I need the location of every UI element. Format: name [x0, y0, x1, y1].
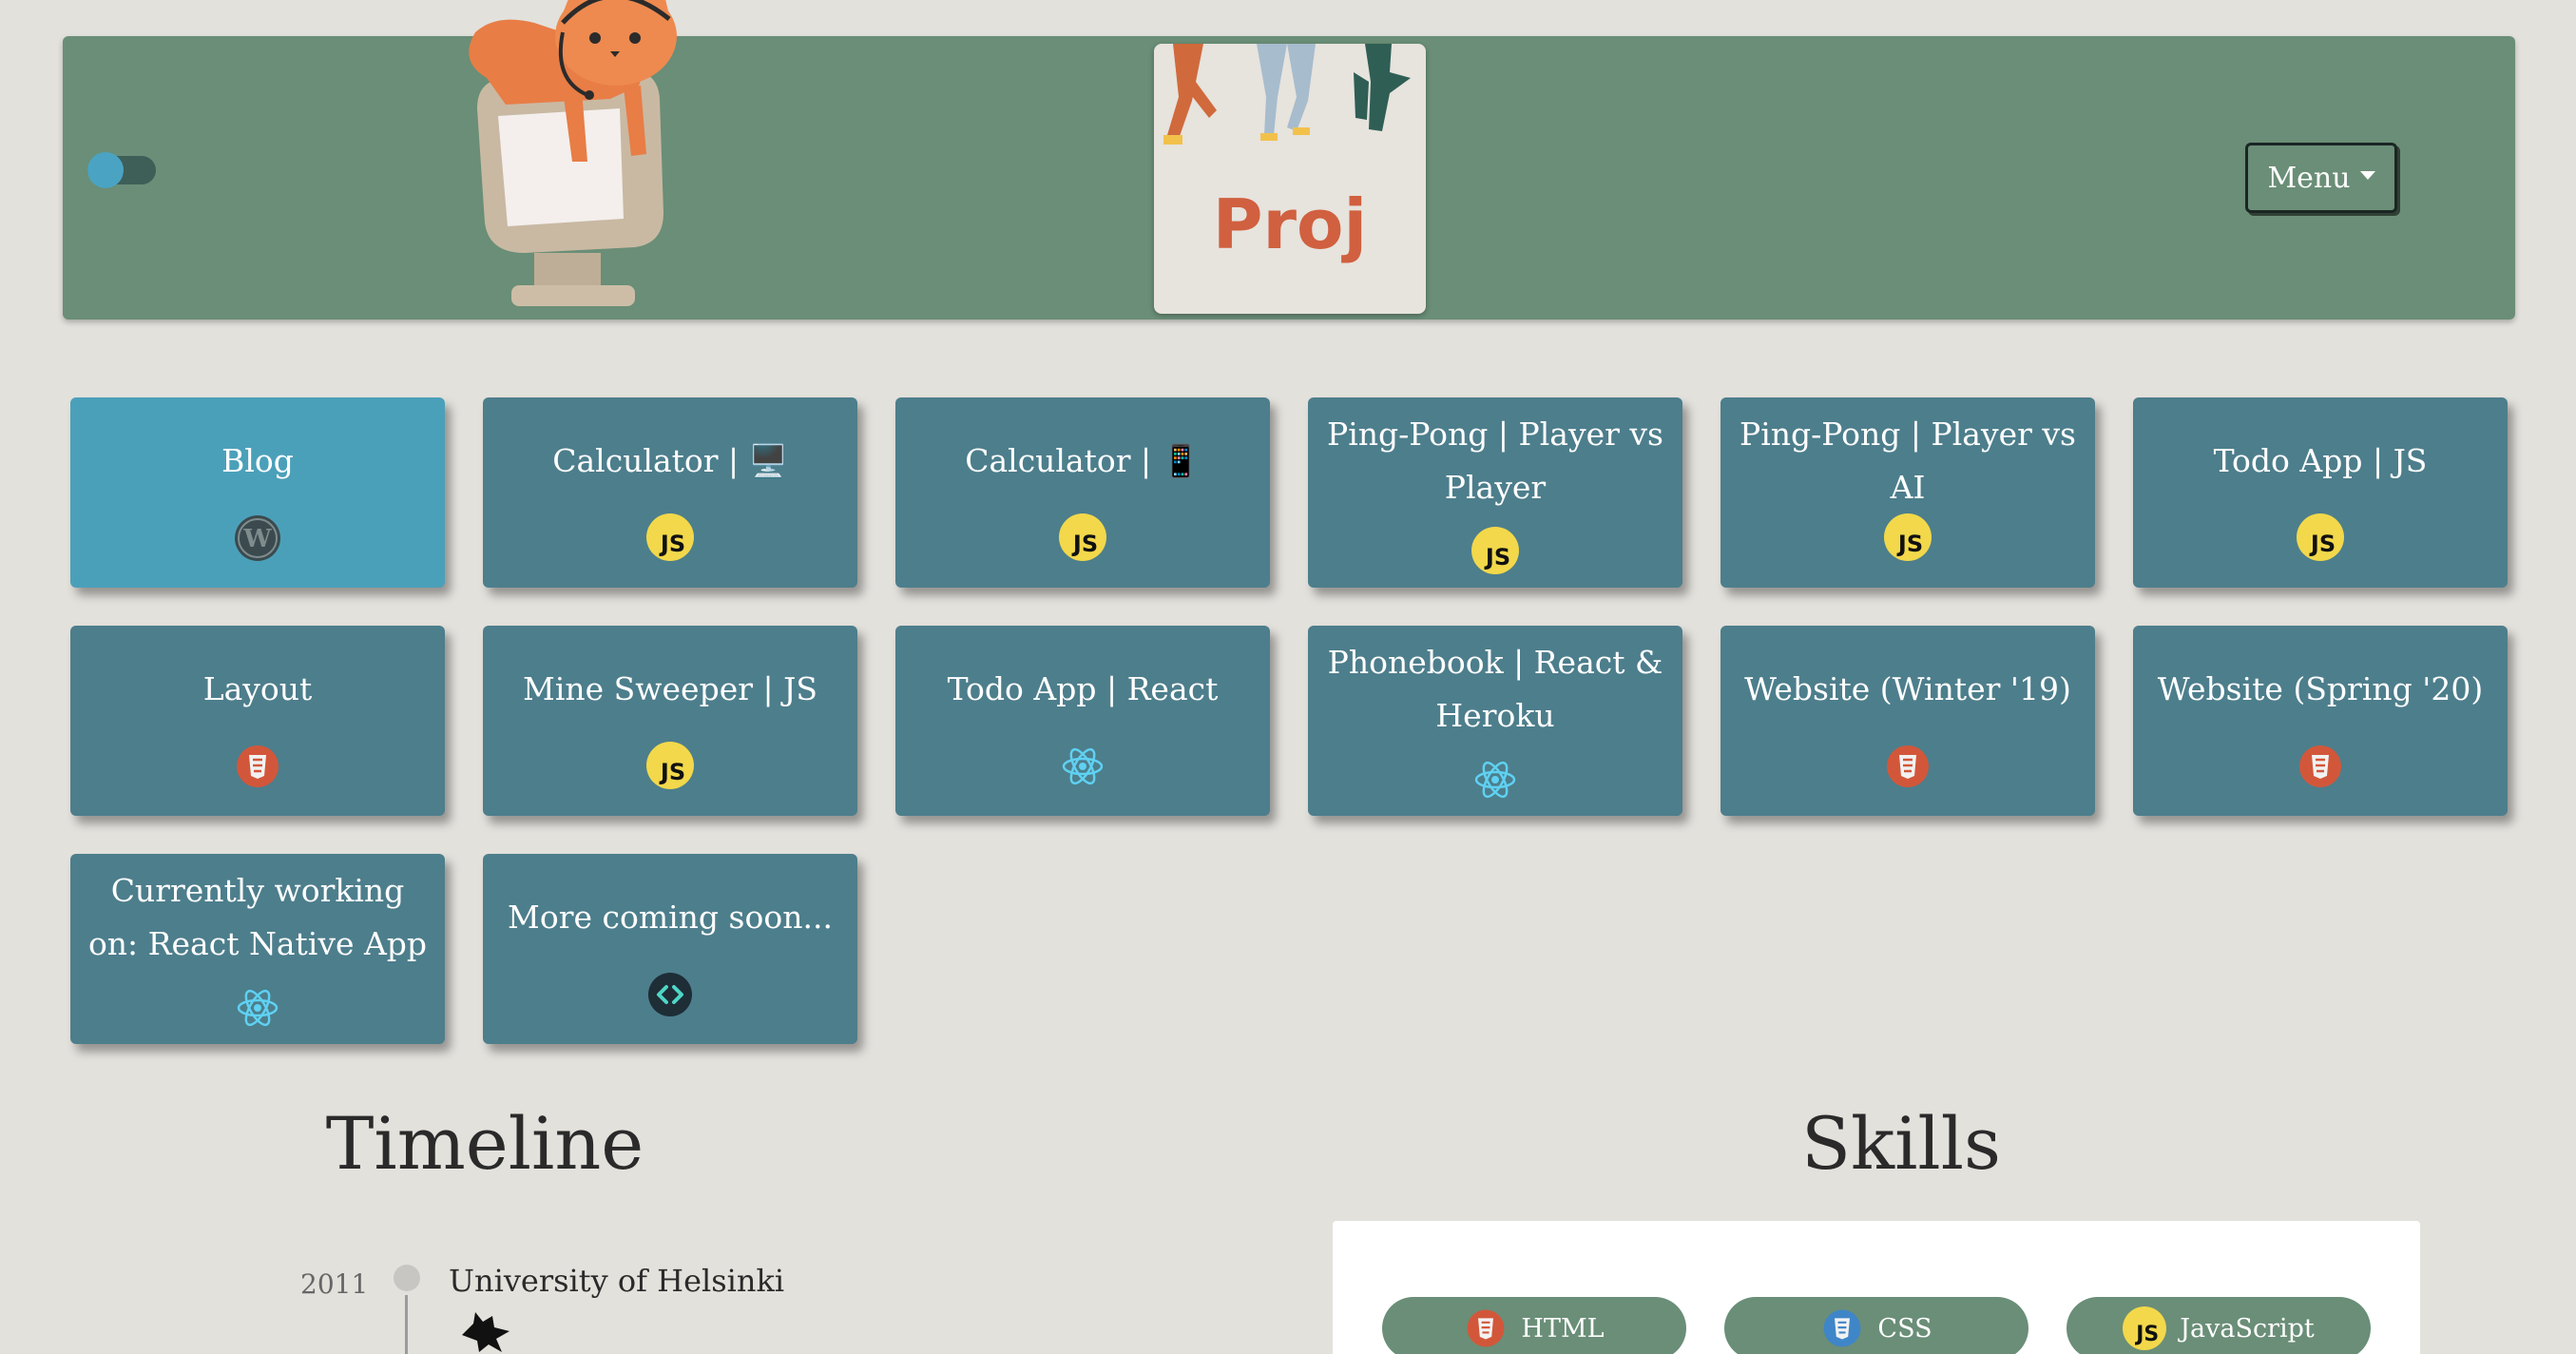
- javascript-icon: JS: [1884, 513, 1932, 561]
- javascript-icon: JS: [646, 513, 694, 561]
- project-card-website-spring20[interactable]: Website (Spring '20): [2133, 626, 2508, 816]
- project-card-website-winter19[interactable]: Website (Winter '19): [1721, 626, 2095, 816]
- project-card-calculator-desktop[interactable]: Calculator | 🖥️ JS: [483, 397, 857, 588]
- theme-toggle[interactable]: [87, 152, 156, 188]
- project-title: More coming soon...: [508, 899, 833, 936]
- timeline-year: 2011: [300, 1268, 369, 1300]
- project-title: Website (Winter '19): [1744, 670, 2071, 707]
- project-title: Ping-Pong | Player vs Player: [1327, 416, 1663, 506]
- skills-panel: HTML CSS JS JavaScript: [1333, 1221, 2420, 1354]
- projects-logo: Proj: [1154, 44, 1426, 314]
- html5-icon: [1887, 745, 1929, 787]
- javascript-icon: JS: [646, 742, 694, 789]
- project-card-todo-js[interactable]: Todo App | JS JS: [2133, 397, 2508, 588]
- cat-computer-illustration: [469, 0, 677, 306]
- project-title: Layout: [202, 670, 313, 707]
- react-icon: [1062, 747, 1104, 785]
- wordpress-icon: W: [235, 515, 280, 561]
- javascript-icon: JS: [1471, 527, 1519, 574]
- university-logo-icon: [462, 1312, 509, 1352]
- project-title: Phonebook | React & Heroku: [1327, 644, 1663, 734]
- project-card-calculator-mobile[interactable]: Calculator | 📱 JS: [895, 397, 1270, 588]
- menu-button[interactable]: Menu: [2245, 143, 2397, 213]
- svg-text:W: W: [242, 525, 272, 553]
- timeline-entry-label: University of Helsinki: [449, 1263, 785, 1299]
- skill-pill-css[interactable]: CSS: [1724, 1297, 2028, 1354]
- skill-pill-html[interactable]: HTML: [1382, 1297, 1686, 1354]
- javascript-icon: JS: [1059, 513, 1106, 561]
- javascript-icon: JS: [2297, 513, 2344, 561]
- html5-icon: [2299, 745, 2341, 787]
- project-title: Calculator | 📱: [965, 442, 1201, 479]
- chevron-down-icon: [2359, 170, 2375, 180]
- project-card-minesweeper[interactable]: Mine Sweeper | JS JS: [483, 626, 857, 816]
- html5-icon: [237, 745, 279, 787]
- project-card-more-coming[interactable]: More coming soon...: [483, 854, 857, 1044]
- project-card-react-native[interactable]: Currently working on: React Native App: [70, 854, 445, 1044]
- project-title: Currently working on: React Native App: [87, 872, 428, 962]
- skill-label: HTML: [1521, 1313, 1605, 1344]
- timeline-title: Timeline: [325, 1101, 644, 1186]
- react-icon: [237, 989, 279, 1027]
- project-card-pingpong-pvp[interactable]: Ping-Pong | Player vs Player JS: [1308, 397, 1682, 588]
- project-title: Todo App | React: [947, 670, 1219, 707]
- project-title: Calculator | 🖥️: [552, 442, 788, 479]
- javascript-icon: JS: [2123, 1306, 2167, 1350]
- skills-title: Skills: [1800, 1101, 2002, 1186]
- project-title: Blog: [221, 442, 294, 479]
- project-title: Ping-Pong | Player vs AI: [1740, 416, 2076, 506]
- project-card-todo-react[interactable]: Todo App | React: [895, 626, 1270, 816]
- menu-label: Menu: [2267, 161, 2351, 195]
- project-card-pingpong-ai[interactable]: Ping-Pong | Player vs AI JS: [1721, 397, 2095, 588]
- timeline-line: [405, 1295, 408, 1354]
- skill-label: CSS: [1877, 1313, 1932, 1344]
- react-icon: [1474, 761, 1516, 799]
- html5-icon: [1467, 1309, 1505, 1347]
- toggle-knob[interactable]: [87, 152, 124, 188]
- site-header: Proj Menu: [63, 0, 2515, 319]
- dancing-people-illustration: [1163, 44, 1411, 145]
- project-card-phonebook[interactable]: Phonebook | React & Heroku: [1308, 626, 1682, 816]
- project-card-blog[interactable]: Blog W: [70, 397, 445, 588]
- code-icon: [648, 973, 692, 1016]
- skill-label: JavaScript: [2180, 1313, 2315, 1344]
- timeline-dot: [394, 1265, 420, 1291]
- project-title: Todo App | JS: [2213, 442, 2428, 479]
- logo-text: Proj: [1212, 184, 1368, 264]
- project-card-layout[interactable]: Layout: [70, 626, 445, 816]
- project-title: Website (Spring '20): [2157, 670, 2484, 707]
- project-title: Mine Sweeper | JS: [523, 670, 817, 707]
- css3-icon: [1823, 1309, 1861, 1347]
- skill-pill-javascript[interactable]: JS JavaScript: [2067, 1297, 2371, 1354]
